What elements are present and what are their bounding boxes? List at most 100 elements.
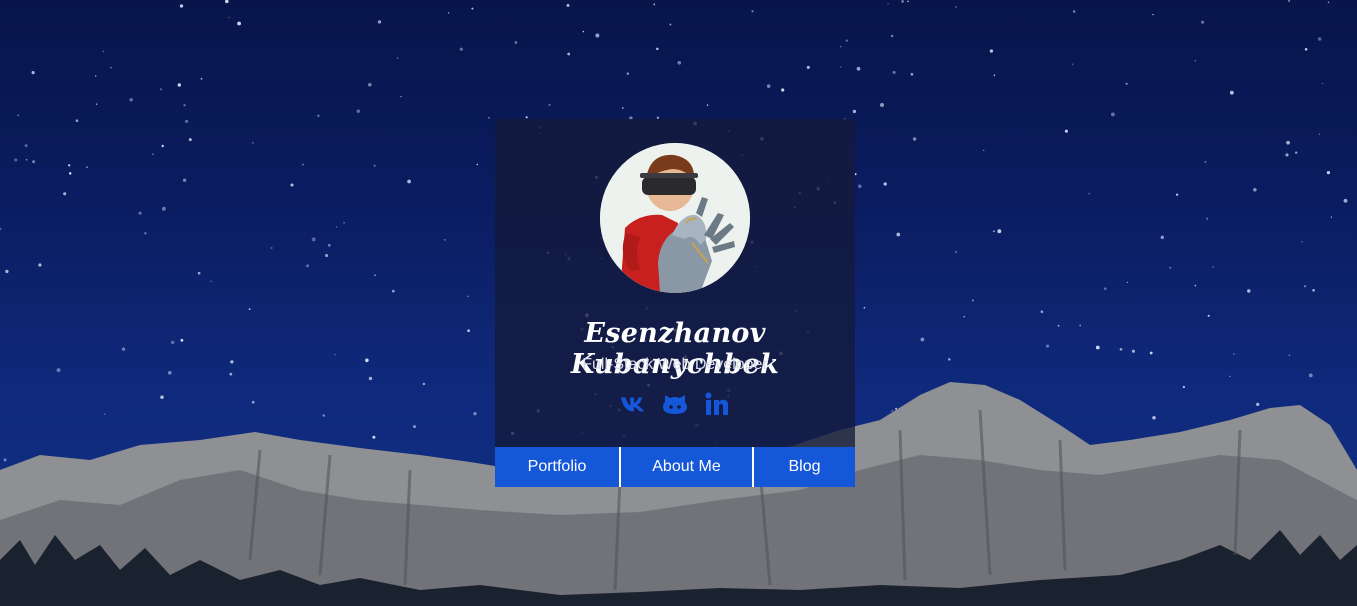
star xyxy=(1072,10,1076,13)
star xyxy=(1229,90,1234,95)
star xyxy=(467,295,469,298)
star xyxy=(971,299,974,302)
about-me-button[interactable]: About Me xyxy=(619,447,754,487)
star xyxy=(1131,349,1135,353)
star xyxy=(372,435,376,439)
social-links xyxy=(495,391,855,417)
star xyxy=(327,243,331,247)
star xyxy=(188,138,192,142)
star xyxy=(1125,82,1128,85)
star xyxy=(1040,310,1044,314)
star xyxy=(377,20,382,24)
star xyxy=(863,306,866,309)
star xyxy=(1079,324,1081,327)
star xyxy=(391,289,395,293)
star xyxy=(1212,266,1215,268)
star xyxy=(476,163,479,166)
portfolio-button[interactable]: Portfolio xyxy=(495,447,619,487)
star xyxy=(1064,129,1068,133)
star xyxy=(1343,198,1348,203)
star xyxy=(781,88,785,92)
star xyxy=(1103,287,1107,291)
star xyxy=(422,382,426,386)
star xyxy=(582,30,585,33)
vk-link[interactable] xyxy=(620,391,646,417)
star xyxy=(68,164,71,167)
star xyxy=(24,144,28,148)
star xyxy=(302,163,304,166)
star xyxy=(75,119,79,122)
star xyxy=(1110,112,1115,117)
star xyxy=(322,414,326,417)
star xyxy=(311,237,316,242)
star xyxy=(86,166,88,169)
star xyxy=(3,458,7,462)
star xyxy=(1207,314,1210,317)
blog-button[interactable]: Blog xyxy=(754,447,855,487)
star xyxy=(170,340,175,345)
star xyxy=(706,104,709,106)
avatar xyxy=(600,143,750,293)
star xyxy=(306,264,310,268)
star xyxy=(1229,375,1231,378)
star xyxy=(407,179,411,184)
star xyxy=(447,12,450,14)
star xyxy=(1088,192,1090,195)
star xyxy=(63,192,67,196)
star xyxy=(487,116,490,119)
vk-icon xyxy=(620,397,645,412)
star xyxy=(514,41,518,44)
star xyxy=(920,337,925,342)
star xyxy=(997,229,1002,234)
star xyxy=(38,263,42,267)
star xyxy=(103,413,106,415)
star xyxy=(901,0,904,3)
star xyxy=(343,222,345,224)
star xyxy=(56,368,61,373)
star xyxy=(1303,285,1307,288)
star xyxy=(653,3,656,6)
star xyxy=(167,370,172,375)
star xyxy=(373,164,376,167)
star xyxy=(1149,351,1153,355)
star xyxy=(891,409,894,412)
star xyxy=(858,184,862,189)
star xyxy=(1095,345,1100,350)
star xyxy=(912,137,917,141)
star xyxy=(1071,63,1074,66)
star xyxy=(548,103,551,107)
star xyxy=(270,246,273,250)
star xyxy=(1175,193,1179,196)
linkedin-link[interactable] xyxy=(704,391,730,417)
star xyxy=(1318,133,1321,135)
star xyxy=(471,7,474,10)
star xyxy=(161,144,164,148)
star xyxy=(94,75,97,77)
star xyxy=(0,227,2,231)
star xyxy=(197,271,201,275)
star xyxy=(845,39,848,42)
star xyxy=(251,400,255,404)
star xyxy=(334,353,336,356)
star xyxy=(444,239,446,241)
star xyxy=(138,211,142,215)
star xyxy=(566,3,570,7)
star xyxy=(1119,347,1123,351)
star xyxy=(230,360,234,364)
github-link[interactable] xyxy=(662,391,688,417)
star xyxy=(840,45,842,48)
star xyxy=(473,412,477,416)
star xyxy=(1301,241,1303,243)
star xyxy=(1160,235,1165,240)
star xyxy=(365,358,369,363)
star xyxy=(896,232,901,237)
star xyxy=(955,6,957,8)
star xyxy=(229,372,233,376)
star xyxy=(14,158,18,162)
star xyxy=(1312,289,1315,292)
star xyxy=(806,65,810,69)
star xyxy=(766,84,771,88)
avatar-illustration xyxy=(600,143,750,293)
star xyxy=(1288,0,1291,2)
star xyxy=(32,160,36,164)
